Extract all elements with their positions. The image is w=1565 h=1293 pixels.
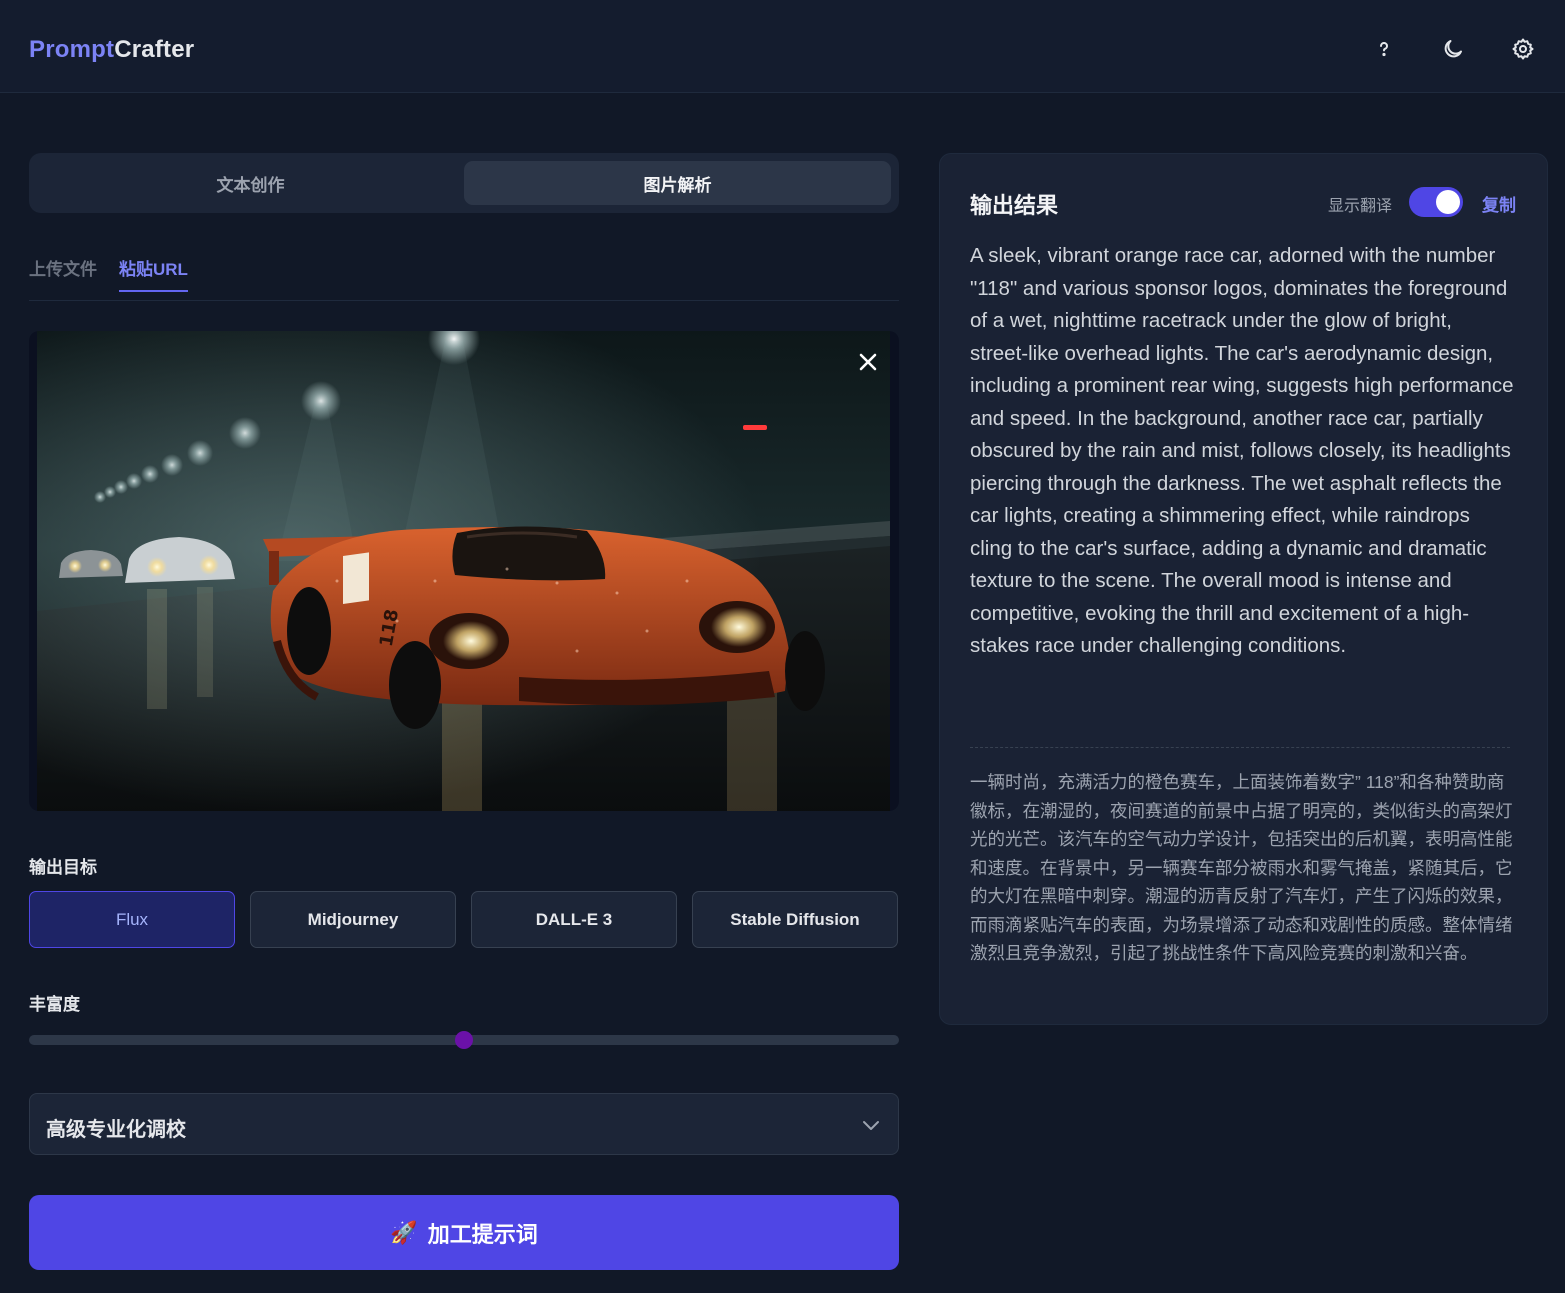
richness-label: 丰富度 xyxy=(29,995,80,1014)
result-panel: 输出结果 显示翻译 复制 A sleek, vibrant orange rac… xyxy=(939,153,1548,1025)
logo-part-prompt: Prompt xyxy=(29,36,115,63)
chevron-down-icon xyxy=(863,1121,879,1130)
tab-image-analysis[interactable]: 图片解析 xyxy=(464,161,891,205)
image-preview: 118 xyxy=(29,331,899,811)
help-icon[interactable] xyxy=(1371,36,1397,62)
rocket-icon: 🚀 xyxy=(390,1219,418,1245)
logo-part-crafter: Crafter xyxy=(114,36,195,63)
translate-label: 显示翻译 xyxy=(1328,198,1393,215)
output-target-label: 输出目标 xyxy=(29,858,97,877)
app-header: PromptCrafter xyxy=(0,0,1565,93)
app-logo[interactable]: PromptCrafter xyxy=(29,36,194,64)
race-car-image: 118 xyxy=(37,331,890,811)
tab-text-creation[interactable]: 文本创作 xyxy=(37,161,464,205)
translate-toggle[interactable] xyxy=(1409,187,1463,217)
richness-slider[interactable] xyxy=(29,1031,899,1049)
remove-image-button[interactable] xyxy=(855,349,881,375)
mode-tabs: 文本创作 图片解析 xyxy=(29,153,899,213)
tab-upload-file[interactable]: 上传文件 xyxy=(29,255,97,290)
copy-button[interactable]: 复制 xyxy=(1482,191,1516,216)
advanced-tuning-dropdown[interactable]: 高级专业化调校 xyxy=(29,1093,899,1155)
result-divider xyxy=(970,747,1510,748)
tab-paste-url[interactable]: 粘贴URL xyxy=(119,255,188,292)
moon-icon[interactable] xyxy=(1440,36,1466,62)
gear-icon[interactable] xyxy=(1510,36,1536,62)
target-dalle3-button[interactable]: DALL-E 3 xyxy=(471,891,677,948)
process-prompt-button[interactable]: 🚀 加工提示词 xyxy=(29,1195,899,1270)
richness-slider-thumb[interactable] xyxy=(455,1031,473,1049)
target-flux-button[interactable]: Flux xyxy=(29,891,235,948)
source-tabs: 上传文件 粘贴URL xyxy=(29,245,899,301)
target-stable-diffusion-button[interactable]: Stable Diffusion xyxy=(692,891,898,948)
toggle-knob xyxy=(1436,190,1460,214)
result-text-english: A sleek, vibrant orange race car, adorne… xyxy=(970,244,1514,657)
advanced-tuning-label: 高级专业化调校 xyxy=(46,1119,186,1141)
process-prompt-label: 加工提示词 xyxy=(427,1221,538,1247)
close-icon xyxy=(859,353,877,371)
target-midjourney-button[interactable]: Midjourney xyxy=(250,891,456,948)
result-text-chinese: 一辆时尚，充满活力的橙色赛车，上面装饰着数字” 118”和各种赞助商徽标，在潮湿… xyxy=(970,772,1513,963)
result-title: 输出结果 xyxy=(970,193,1059,218)
